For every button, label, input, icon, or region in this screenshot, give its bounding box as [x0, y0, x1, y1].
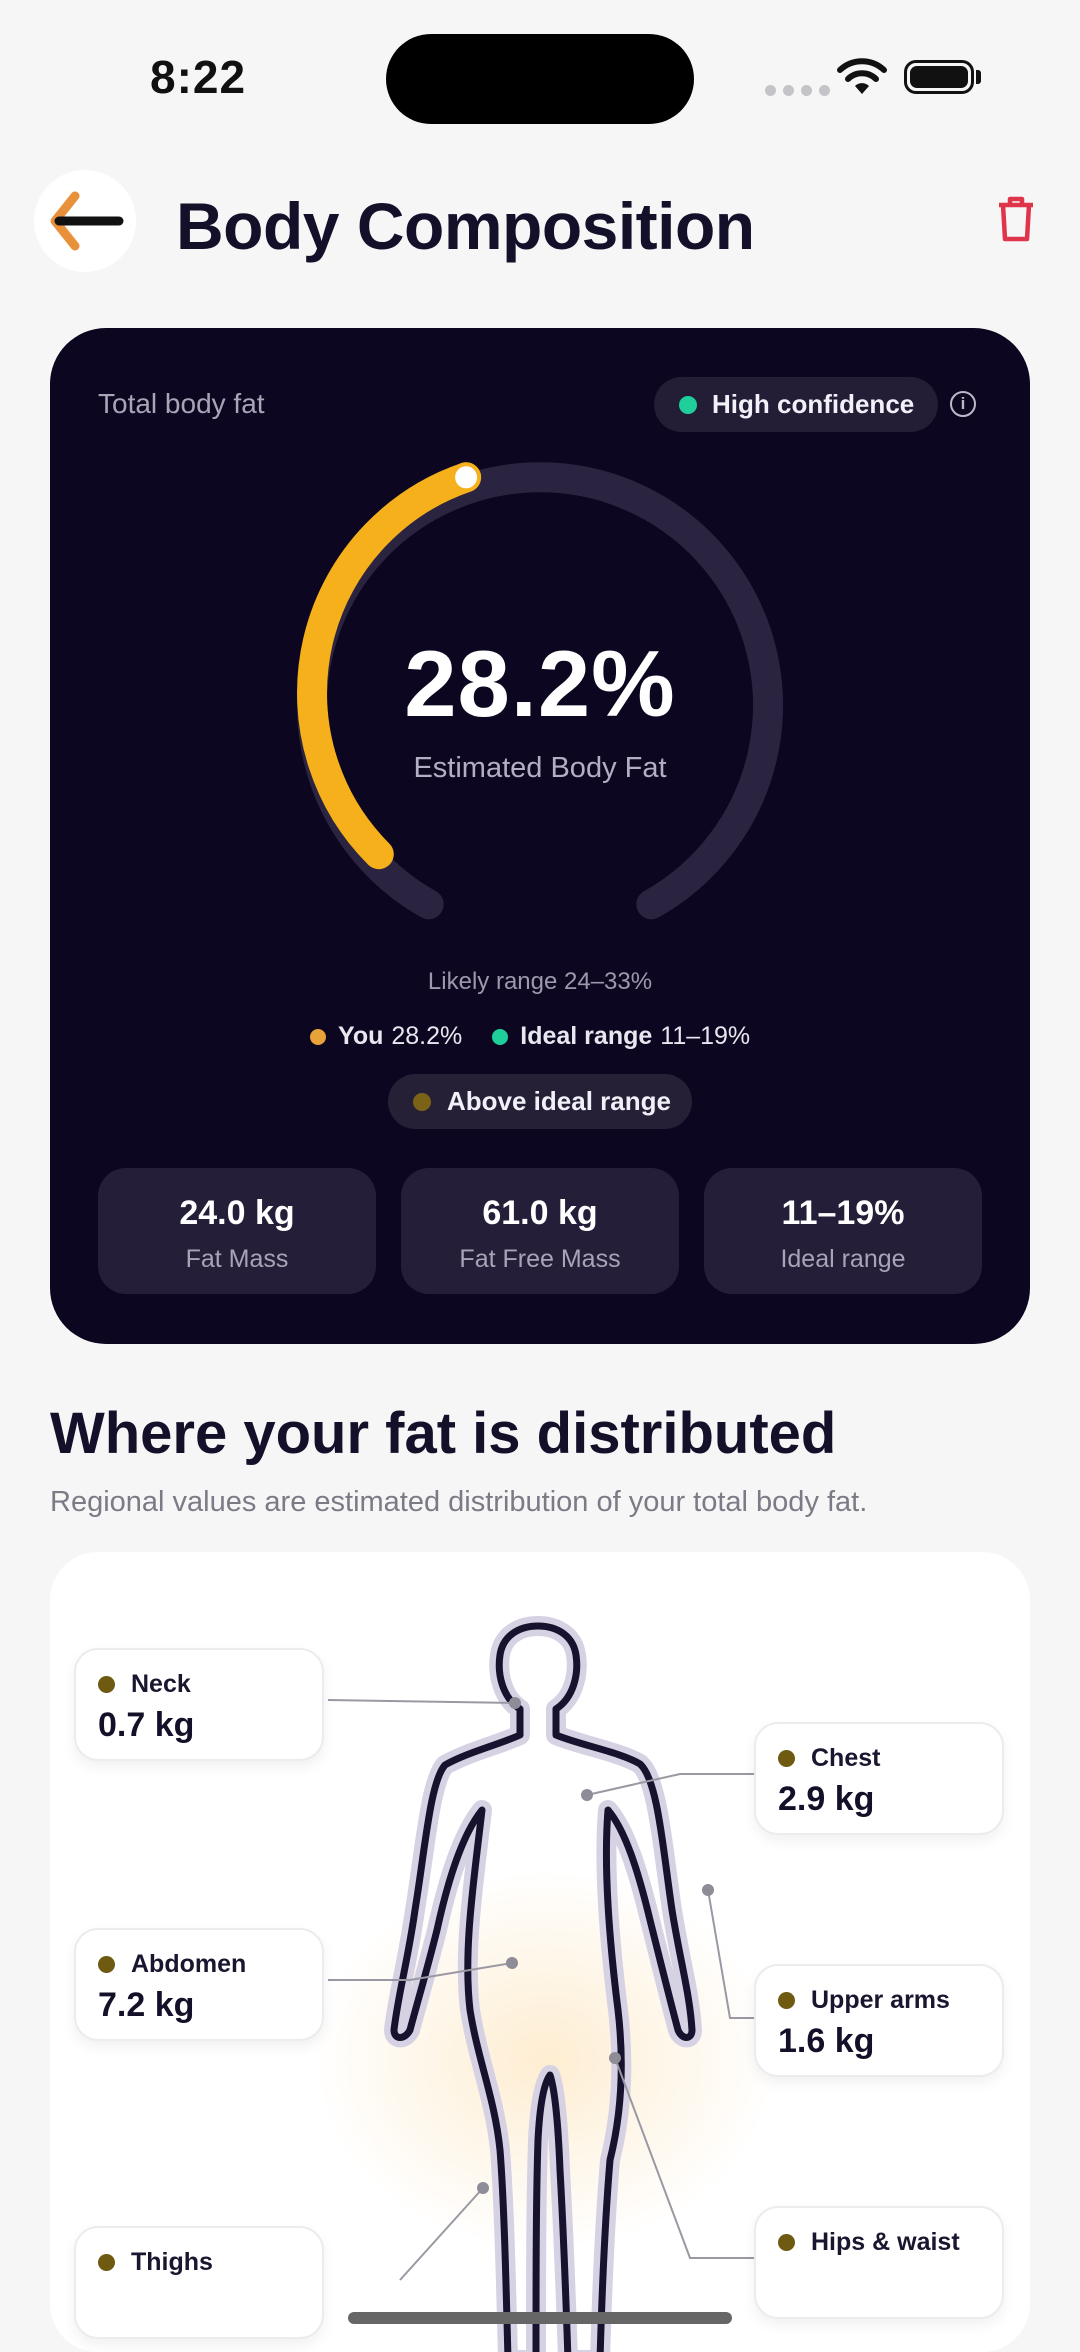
region-name: Chest — [811, 1744, 881, 1772]
dynamic-island — [386, 34, 694, 124]
tile-label: Ideal range — [780, 1245, 906, 1273]
legend-ideal-dot — [492, 1028, 509, 1045]
region-name: Hips & waist — [811, 2228, 960, 2256]
region-dot — [778, 1750, 795, 1767]
legend-you-value: 28.2% — [391, 1022, 463, 1050]
region-card-hips-waist[interactable]: Hips & waist — [754, 2206, 1004, 2319]
connector-neck — [327, 1699, 516, 1704]
status-badge: Above ideal range — [388, 1074, 692, 1129]
gauge-legend: You 28.2% Ideal range 11–19% — [310, 1022, 750, 1051]
ideal-range-tile: 11–19% Ideal range — [704, 1168, 982, 1294]
region-dot — [98, 2254, 115, 2271]
region-dot — [98, 1676, 115, 1693]
likely-range: Likely range 24–33% — [427, 968, 653, 995]
arrow-left-icon — [50, 191, 124, 251]
legend-you-label: You — [338, 1022, 384, 1050]
region-name: Thighs — [131, 2248, 213, 2276]
connector-chest — [586, 1773, 754, 1796]
status-time: 8:22 — [150, 51, 247, 103]
legend-ideal-label: Ideal range — [520, 1022, 653, 1050]
status-dot — [413, 1092, 431, 1111]
trash-icon — [999, 196, 1033, 242]
region-value: 7.2 kg — [98, 1986, 195, 2024]
region-name: Upper arms — [811, 1986, 950, 2014]
section-title: Where your fat is distributed — [50, 1401, 837, 1466]
region-value: 0.7 kg — [98, 1706, 195, 1744]
fat-free-mass-tile: 61.0 kg Fat Free Mass — [401, 1168, 679, 1294]
body-fat-value: 28.2% — [404, 631, 676, 736]
battery-icon — [904, 60, 974, 94]
region-value: 1.6 kg — [778, 2022, 875, 2060]
region-card-neck[interactable]: Neck 0.7 kg — [74, 1648, 324, 1761]
body-fat-value-label: Estimated Body Fat — [413, 752, 667, 784]
legend-ideal-value: 11–19% — [660, 1022, 751, 1050]
delete-button[interactable] — [996, 196, 1036, 242]
cellular-signal-icon — [765, 85, 830, 96]
status-label: Above ideal range — [447, 1086, 671, 1116]
fat-distribution-card: Neck 0.7 kg Chest 2.9 kg Abdomen 7.2 kg … — [50, 1552, 1030, 2352]
region-dot — [778, 1992, 795, 2009]
tile-label: Fat Mass — [185, 1245, 289, 1273]
region-card-chest[interactable]: Chest 2.9 kg — [754, 1722, 1004, 1835]
page-title: Body Composition — [176, 189, 755, 263]
region-dot — [778, 2234, 795, 2251]
tile-value: 11–19% — [781, 1194, 905, 1232]
battery-nub — [976, 70, 981, 84]
gauge-marker — [451, 462, 482, 493]
region-dot — [98, 1956, 115, 1973]
tile-value: 24.0 kg — [179, 1194, 295, 1232]
back-button[interactable] — [34, 170, 136, 272]
region-name: Neck — [131, 1670, 191, 1698]
home-indicator — [348, 2312, 732, 2324]
wifi-icon — [837, 58, 887, 94]
region-card-upper-arms[interactable]: Upper arms 1.6 kg — [754, 1964, 1004, 2077]
region-name: Abdomen — [131, 1950, 247, 1978]
region-card-thighs[interactable]: Thighs — [74, 2226, 324, 2339]
region-card-abdomen[interactable]: Abdomen 7.2 kg — [74, 1928, 324, 2041]
tile-label: Fat Free Mass — [459, 1245, 621, 1273]
legend-you-dot — [310, 1028, 326, 1045]
region-value: 2.9 kg — [778, 1780, 875, 1818]
section-subtitle: Regional values are estimated distributi… — [50, 1486, 868, 1518]
fat-mass-tile: 24.0 kg Fat Mass — [98, 1168, 376, 1294]
tile-value: 61.0 kg — [482, 1194, 598, 1232]
